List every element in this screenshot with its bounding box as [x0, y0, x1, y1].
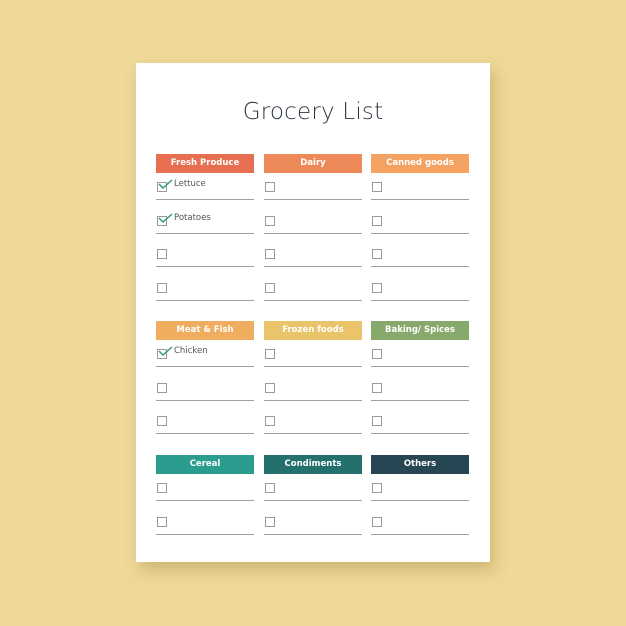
item-label: Lettuce: [174, 179, 206, 189]
list-item[interactable]: [264, 343, 362, 367]
checkbox[interactable]: [157, 516, 167, 527]
checkbox[interactable]: [265, 282, 275, 293]
checkbox[interactable]: [372, 282, 382, 293]
list-item[interactable]: [264, 277, 362, 301]
writing-line: [371, 433, 469, 434]
list-item[interactable]: [371, 511, 469, 535]
writing-line: [264, 199, 362, 200]
writing-line: [156, 232, 254, 234]
writing-line: [371, 232, 469, 234]
checkbox[interactable]: [265, 416, 275, 426]
list-item[interactable]: [371, 210, 469, 234]
page-title: Grocery List: [242, 99, 384, 125]
checkbox[interactable]: [157, 483, 167, 493]
section-header-fresh-produce: Fresh Produce: [156, 154, 254, 173]
checkbox[interactable]: [372, 516, 382, 527]
item-label: Chicken: [174, 346, 208, 356]
section-header-canned-goods: Canned goods: [371, 154, 469, 173]
writing-line: [264, 299, 362, 301]
writing-line: [264, 266, 362, 267]
checkbox[interactable]: [265, 249, 275, 259]
item-label: Potatoes: [174, 212, 211, 223]
checkbox[interactable]: [265, 215, 275, 226]
checkmark-icon: [158, 179, 173, 190]
writing-line: [371, 533, 469, 535]
checkbox[interactable]: [265, 349, 275, 359]
list-item[interactable]: Chicken: [156, 343, 254, 367]
list-item[interactable]: [371, 343, 469, 367]
checkbox[interactable]: [157, 249, 167, 259]
list-item[interactable]: Lettuce: [156, 176, 254, 200]
list-item[interactable]: [264, 410, 362, 434]
list-item[interactable]: [156, 377, 254, 401]
writing-line: [264, 232, 362, 234]
list-item[interactable]: [264, 176, 362, 200]
writing-line: [371, 199, 469, 200]
writing-line: [371, 500, 469, 501]
list-item[interactable]: [156, 477, 254, 501]
writing-line: [156, 199, 254, 200]
checkbox[interactable]: [372, 483, 382, 493]
writing-line: [156, 299, 254, 301]
list-item[interactable]: [371, 377, 469, 401]
checkbox[interactable]: [265, 483, 275, 493]
list-item[interactable]: Potatoes: [156, 210, 254, 234]
writing-line: [371, 366, 469, 367]
checkbox[interactable]: [265, 516, 275, 527]
writing-line: [156, 533, 254, 535]
writing-line: [264, 500, 362, 501]
writing-line: [156, 500, 254, 501]
list-item[interactable]: [156, 511, 254, 535]
list-item[interactable]: [371, 477, 469, 501]
list-item[interactable]: [264, 243, 362, 267]
checkbox[interactable]: [157, 282, 167, 293]
writing-line: [371, 299, 469, 301]
checkbox[interactable]: [372, 416, 382, 426]
writing-line: [264, 433, 362, 434]
checkbox[interactable]: [372, 382, 382, 393]
grocery-list-sheet: Grocery List Fresh Produce Lettuce Potatoe…: [136, 63, 490, 562]
checkbox[interactable]: [372, 349, 382, 359]
checkbox[interactable]: [372, 249, 382, 259]
list-item[interactable]: [156, 410, 254, 434]
section-header-baking-spices: Baking/ Spices: [371, 321, 469, 340]
section-header-frozen-foods: Frozen foods: [264, 321, 362, 340]
list-item[interactable]: [264, 377, 362, 401]
list-item[interactable]: [264, 210, 362, 234]
section-header-cereal: Cereal: [156, 455, 254, 474]
list-item[interactable]: [264, 511, 362, 535]
checkbox[interactable]: [265, 382, 275, 393]
writing-line: [156, 399, 254, 401]
list-item[interactable]: [371, 243, 469, 267]
checkmark-icon: [158, 212, 173, 223]
checkbox[interactable]: [157, 382, 167, 393]
list-item[interactable]: [371, 277, 469, 301]
writing-line: [371, 266, 469, 267]
section-header-dairy: Dairy: [264, 154, 362, 173]
list-item[interactable]: [156, 277, 254, 301]
section-header-condiments: Condiments: [264, 455, 362, 474]
writing-line: [156, 433, 254, 434]
writing-line: [371, 399, 469, 401]
list-item[interactable]: [371, 176, 469, 200]
writing-line: [156, 366, 254, 367]
list-item[interactable]: [371, 410, 469, 434]
checkbox[interactable]: [372, 182, 382, 192]
checkbox[interactable]: [157, 416, 167, 426]
writing-line: [156, 266, 254, 267]
writing-line: [264, 533, 362, 535]
writing-line: [264, 366, 362, 367]
writing-line: [264, 399, 362, 401]
checkbox[interactable]: [265, 182, 275, 192]
section-header-others: Others: [371, 455, 469, 474]
checkbox[interactable]: [372, 215, 382, 226]
list-item[interactable]: [156, 243, 254, 267]
list-item[interactable]: [264, 477, 362, 501]
checkmark-icon: [158, 346, 173, 357]
section-header-meat-fish: Meat & Fish: [156, 321, 254, 340]
